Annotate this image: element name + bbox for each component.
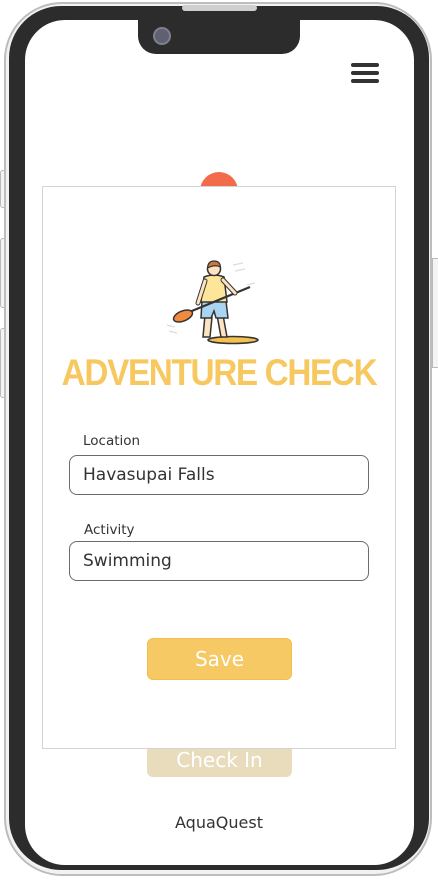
speaker-grille — [182, 5, 257, 11]
check-in-label: Check In — [176, 748, 263, 772]
save-button[interactable]: Save — [147, 638, 292, 680]
activity-input[interactable] — [69, 541, 369, 581]
activity-label: Activity — [84, 522, 135, 538]
app-name-label: AquaQuest — [175, 813, 263, 832]
check-in-button[interactable]: Check In — [147, 748, 292, 777]
location-input[interactable] — [69, 455, 369, 495]
hamburger-menu-icon[interactable] — [351, 63, 381, 85]
camera-icon — [153, 27, 171, 45]
side-button-power — [432, 258, 438, 368]
modal-title: ADVENTURE CHECK — [61, 352, 378, 393]
paddleboarder-icon — [166, 260, 259, 345]
location-label: Location — [83, 433, 141, 449]
